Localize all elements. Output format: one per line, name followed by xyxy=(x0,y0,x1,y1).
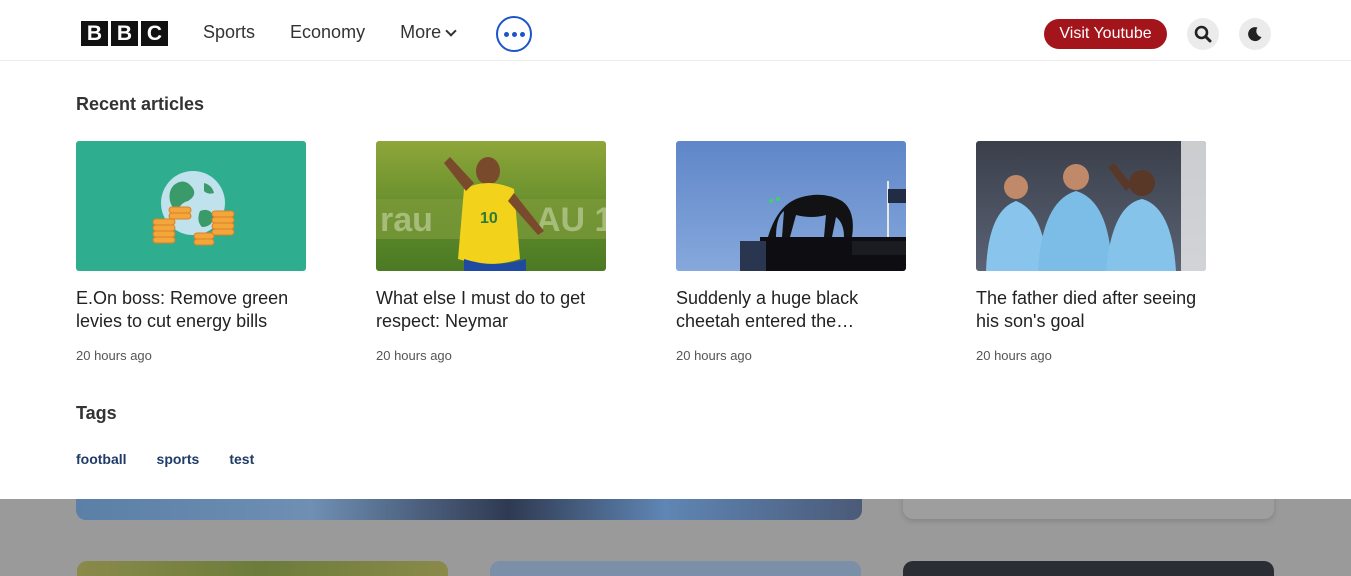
recent-article[interactable]: E.On boss: Remove green levies to cut en… xyxy=(76,141,306,363)
article-card[interactable] xyxy=(903,561,1274,576)
article-title[interactable]: E.On boss: Remove green levies to cut en… xyxy=(76,287,306,333)
article-timestamp: 20 hours ago xyxy=(676,348,752,363)
svg-text:rau: rau xyxy=(380,201,433,239)
more-menu-button[interactable] xyxy=(496,16,532,52)
nav-more-label: More xyxy=(400,22,442,42)
main-nav: Sports Economy More xyxy=(203,22,490,43)
tag-link[interactable]: football xyxy=(76,451,127,467)
article-title[interactable]: The father died after seeing his son's g… xyxy=(976,287,1206,333)
article-timestamp: 20 hours ago xyxy=(76,348,152,363)
article-timestamp: 20 hours ago xyxy=(376,348,452,363)
chevron-down-icon xyxy=(445,24,457,37)
logo-letter: B xyxy=(81,21,108,46)
article-thumbnail[interactable]: rau AU 1 10 xyxy=(376,141,606,271)
players-celebrating-photo xyxy=(986,141,1206,271)
article-title[interactable]: Suddenly a huge black cheetah entered th… xyxy=(676,287,906,333)
visit-youtube-button[interactable]: Visit Youtube xyxy=(1044,19,1167,49)
article-card[interactable] xyxy=(77,561,448,576)
article-card[interactable] xyxy=(490,561,861,576)
ellipsis-icon xyxy=(503,31,509,37)
black-panther-statue-photo xyxy=(740,181,906,271)
recent-article[interactable]: Suddenly a huge black cheetah entered th… xyxy=(676,141,906,363)
tag-link[interactable]: sports xyxy=(157,451,200,467)
theme-toggle-button[interactable] xyxy=(1239,18,1271,50)
nav-item-economy[interactable]: Economy xyxy=(290,22,365,43)
tags-title: Tags xyxy=(76,403,117,423)
tag-link[interactable]: test xyxy=(229,451,254,467)
ellipsis-dot xyxy=(511,31,517,37)
search-icon xyxy=(1194,25,1212,43)
tag-list: football sports test xyxy=(76,451,254,467)
article-title[interactable]: What else I must do to get respect: Neym… xyxy=(376,287,606,333)
moon-icon xyxy=(1248,27,1262,42)
more-dropdown-panel: Recent articles E.On boss: Remove green … xyxy=(0,61,1351,499)
article-thumbnail[interactable] xyxy=(976,141,1206,271)
search-button[interactable] xyxy=(1187,18,1219,50)
ellipsis-dot xyxy=(519,31,525,37)
bbc-logo[interactable]: B B C xyxy=(81,21,168,46)
logo-letter: B xyxy=(111,21,138,46)
svg-text:AU 1: AU 1 xyxy=(536,201,606,239)
article-thumbnail[interactable] xyxy=(76,141,306,271)
recent-article[interactable]: The father died after seeing his son's g… xyxy=(976,141,1206,363)
recent-articles-title: Recent articles xyxy=(76,94,205,114)
article-thumbnail[interactable] xyxy=(676,141,906,271)
svg-text:10: 10 xyxy=(480,210,498,227)
logo-letter: C xyxy=(141,21,168,46)
footballer-photo: rau AU 1 10 xyxy=(376,157,606,271)
nav-item-more[interactable]: More xyxy=(400,22,457,43)
recent-article[interactable]: rau AU 1 10 What else I must do to get r… xyxy=(376,141,606,363)
globe-coins-illustration xyxy=(152,171,235,246)
article-timestamp: 20 hours ago xyxy=(976,348,1052,363)
site-header: B B C Sports Economy More Visit Youtube xyxy=(0,0,1351,61)
nav-item-sports[interactable]: Sports xyxy=(203,22,255,43)
